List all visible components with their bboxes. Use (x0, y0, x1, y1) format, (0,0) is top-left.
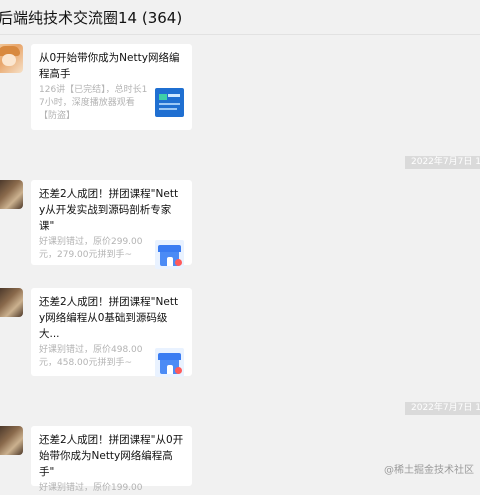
card-desc: 好课别错过，原价199.00 (39, 483, 143, 493)
chat-header: 后端纯技术交流圈14 (364) (0, 0, 480, 35)
shop-icon (155, 240, 184, 269)
sender-avatar[interactable] (0, 426, 23, 455)
watermark-text: @稀土掘金技术社区 (384, 465, 474, 476)
card-body: 好课别错过，原价299.00元，279.00元拼到手~ (39, 236, 184, 269)
share-card-4[interactable]: 还差2人成团！拼团课程"从0开始带你成为Netty网络编程高手" 好课别错过，原… (31, 426, 192, 493)
message-timestamp: 2022年7月7日 14 (405, 402, 480, 415)
chat-title: 后端纯技术交流圈14 (364) (0, 9, 183, 27)
shop-icon (155, 348, 184, 377)
card-title: 还差2人成团！拼团课程"从0开始带你成为Netty网络编程高手" (39, 434, 184, 478)
card-desc: 126讲【已完结】，总时长17小时，深度播放器观看【防盗】 (39, 85, 148, 121)
share-card-3[interactable]: 还差2人成团！拼团课程"Netty网络编程从0基础到源码级大... 好课别错过，… (31, 288, 192, 377)
sender-avatar[interactable] (0, 288, 23, 317)
message-timestamp: 2022年7月7日 14 (405, 156, 480, 169)
card-body: 126讲【已完结】，总时长17小时，深度播放器观看【防盗】 (39, 84, 184, 123)
card-title: 从0开始带你成为Netty网络编程高手 (39, 52, 180, 80)
card-desc: 好课别错过，原价299.00元，279.00元拼到手~ (39, 237, 143, 260)
course-cover-icon (155, 88, 184, 117)
share-card-1[interactable]: 从0开始带你成为Netty网络编程高手 126讲【已完结】，总时长17小时，深度… (31, 44, 192, 130)
card-title: 还差2人成团！拼团课程"Netty网络编程从0基础到源码级大... (39, 296, 179, 340)
card-title: 还差2人成团！拼团课程"Netty从开发实战到源码剖析专家课" (39, 188, 179, 232)
card-desc: 好课别错过，原价498.00元，458.00元拼到手~ (39, 345, 143, 368)
card-body: 好课别错过，原价199.00 (39, 482, 184, 495)
avatar-face (2, 54, 16, 66)
sender-avatar[interactable] (0, 44, 23, 73)
card-body: 好课别错过，原价498.00元，458.00元拼到手~ (39, 344, 184, 377)
sender-avatar[interactable] (0, 180, 23, 209)
share-card-2[interactable]: 还差2人成团！拼团课程"Netty从开发实战到源码剖析专家课" 好课别错过，原价… (31, 180, 192, 269)
